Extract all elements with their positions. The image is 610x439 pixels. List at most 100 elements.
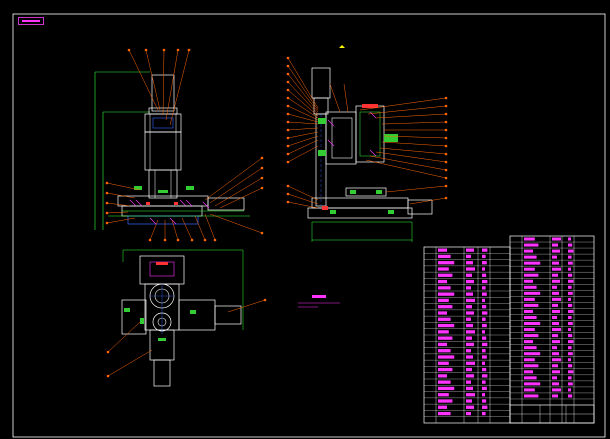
parts-cell-text (438, 298, 449, 303)
front-view (94, 48, 264, 242)
parts-cell-text (438, 317, 451, 321)
parts-cell-text (552, 334, 558, 338)
parts-cell-text (438, 361, 449, 365)
parts-cell-text (568, 309, 574, 313)
parts-cell-text (568, 370, 574, 374)
parts-cell-text (482, 336, 487, 340)
parts-cell-text (466, 323, 473, 328)
parts-cell-text (466, 405, 474, 409)
parts-list-table (423, 235, 595, 424)
parts-cell-text (466, 349, 471, 353)
parts-cell-text (524, 291, 541, 295)
parts-cell-text (438, 267, 449, 271)
parts-cell-text (552, 352, 559, 356)
parts-cell-text (524, 255, 537, 259)
parts-cell-text (466, 298, 475, 303)
parts-cell-text (568, 297, 571, 301)
parts-cell-text (524, 267, 535, 271)
parts-cell-text (568, 388, 571, 392)
parts-cell-text (552, 303, 558, 307)
parts-cell-text (438, 279, 447, 284)
parts-cell-text (482, 399, 487, 403)
sheet-border (12, 13, 606, 438)
layout-tab-marker[interactable] (18, 17, 44, 25)
parts-cell-text (438, 355, 455, 359)
parts-cell-text (524, 315, 537, 319)
parts-cell-text (568, 267, 571, 271)
parts-cell-text (438, 254, 451, 259)
parts-cell-text (466, 248, 474, 252)
parts-cell-text (482, 248, 488, 252)
parts-cell-text (438, 336, 453, 340)
parts-cell-text (466, 411, 471, 416)
parts-cell-text (482, 292, 487, 296)
parts-cell-text (524, 364, 539, 368)
parts-cell-text (466, 380, 471, 384)
parts-cell-text (482, 349, 486, 353)
parts-cell-text (438, 311, 447, 315)
parts-cell-text (482, 317, 486, 321)
parts-cell-text (438, 405, 447, 409)
parts-cell-text (524, 370, 533, 374)
parts-cell-text (482, 267, 485, 271)
parts-cell-text (552, 255, 557, 259)
parts-cell-text (552, 243, 558, 247)
parts-cell-text (552, 267, 561, 271)
parts-cell-text (568, 358, 571, 362)
parts-cell-text (524, 249, 533, 253)
parts-cell-text (524, 297, 535, 301)
parts-cell-text (438, 399, 453, 403)
parts-cell-text (568, 340, 574, 344)
parts-cell-text (438, 323, 455, 328)
parts-cell-text (482, 355, 487, 359)
parts-cell-text (524, 243, 539, 247)
parts-cell-text (482, 342, 488, 347)
parts-cell-text (438, 261, 455, 265)
title-block (509, 404, 595, 424)
parts-cell-text (438, 292, 455, 296)
parts-cell-text (482, 411, 486, 416)
parts-cell-text (466, 342, 474, 347)
parts-cell-text (524, 309, 533, 313)
parts-cell-text (552, 376, 557, 380)
parts-cell-text (524, 352, 541, 356)
parts-cell-text (524, 394, 539, 398)
parts-cell-text (466, 367, 472, 372)
parts-cell-text (552, 394, 558, 398)
parts-cell-text (466, 330, 475, 334)
parts-cell-text (482, 298, 485, 303)
parts-cell-text (552, 388, 561, 392)
parts-cell-text (482, 380, 486, 384)
parts-cell-text (466, 279, 474, 284)
parts-cell-text (568, 285, 572, 289)
parts-cell-text (466, 393, 475, 397)
parts-cell-text (466, 399, 472, 403)
parts-cell-text (466, 361, 475, 365)
parts-cell-text (438, 380, 451, 384)
parts-cell-text (438, 367, 453, 372)
parts-cell-text (568, 352, 573, 356)
parts-cell-text (482, 330, 485, 334)
technical-notes (298, 295, 340, 308)
parts-cell-text (466, 254, 471, 259)
parts-cell-text (568, 237, 571, 241)
parts-cell-text (466, 374, 474, 378)
parts-cell-text (552, 315, 557, 319)
parts-cell-text (552, 279, 560, 283)
parts-cell-text (552, 346, 557, 350)
parts-cell-text (482, 305, 487, 309)
parts-cell-text (568, 376, 572, 380)
parts-cell-text (552, 328, 561, 332)
parts-cell-text (482, 286, 486, 290)
parts-cell-text (552, 358, 561, 362)
parts-cell-text (524, 273, 539, 277)
parts-cell-text (524, 237, 535, 241)
parts-cell-text (568, 322, 573, 326)
parts-cell-text (466, 305, 472, 309)
parts-cell-text (568, 394, 573, 398)
parts-cell-text (552, 322, 559, 326)
parts-cell-text (466, 336, 472, 340)
parts-cell-text (466, 273, 472, 277)
parts-cell-text (552, 237, 561, 241)
parts-cell-text (482, 393, 485, 397)
